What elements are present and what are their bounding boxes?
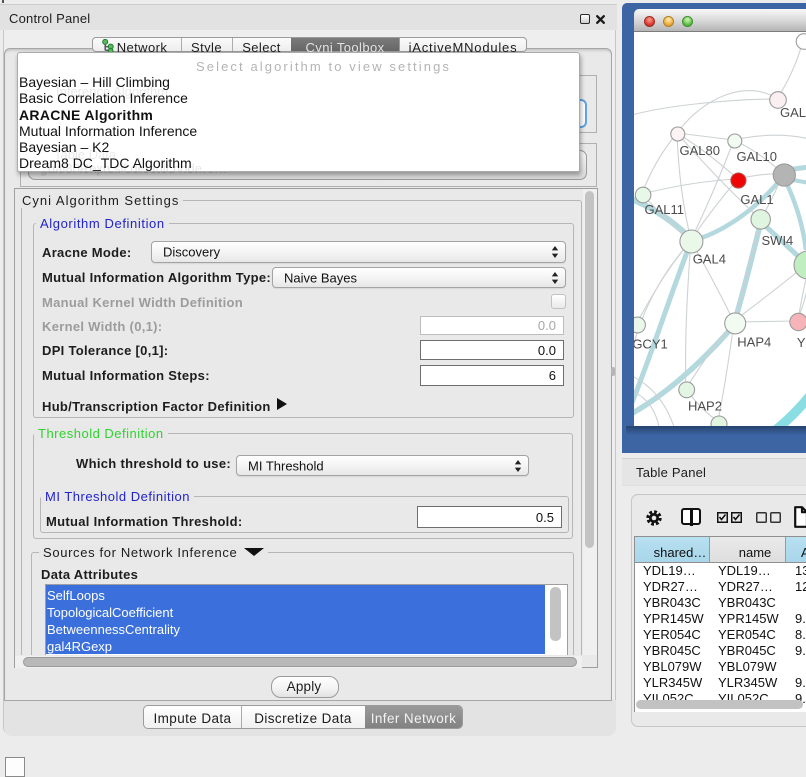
svg-text:Y: Y — [797, 335, 806, 350]
svg-text:SWI4: SWI4 — [762, 233, 794, 248]
svg-text:GAL10: GAL10 — [737, 149, 777, 164]
svg-text:GAL11: GAL11 — [645, 202, 685, 217]
svg-text:GAL4: GAL4 — [693, 252, 726, 267]
svg-text:GAL1: GAL1 — [740, 192, 773, 207]
svg-text:HAP2: HAP2 — [688, 399, 722, 414]
svg-text:GAL80: GAL80 — [680, 143, 720, 158]
svg-text:HAP4: HAP4 — [737, 335, 771, 350]
svg-text:GAL: GAL — [780, 105, 806, 120]
svg-text:GCY1: GCY1 — [634, 337, 668, 352]
